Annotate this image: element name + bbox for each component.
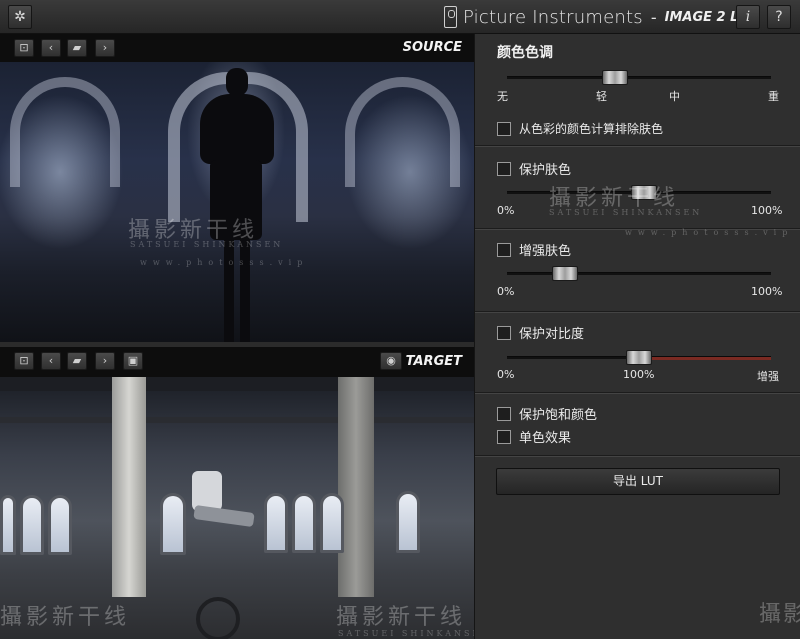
window-1 bbox=[0, 495, 16, 555]
target-label: TARGET bbox=[405, 354, 462, 369]
exclude-skin-row[interactable]: 从色彩的颜色计算排除肤色 bbox=[497, 120, 663, 137]
window-2 bbox=[20, 495, 44, 555]
watermark-panel-sub: SATSUEI SHINKANSEN bbox=[549, 208, 703, 217]
target-prev-icon[interactable]: ‹ bbox=[41, 352, 61, 370]
protect-contrast-checkbox[interactable] bbox=[497, 325, 511, 340]
brand-name: Picture Instruments bbox=[463, 6, 643, 28]
target-next-icon[interactable]: › bbox=[95, 352, 115, 370]
title-bar: ✲ Picture Instruments - IMAGE 2 LUT i ? bbox=[0, 0, 800, 34]
protect-contrast-slider[interactable] bbox=[507, 350, 771, 365]
watermark-panel-bottom: 攝影新干线 bbox=[759, 602, 800, 627]
source-label: SOURCE bbox=[402, 40, 462, 55]
settings-gear-icon[interactable]: ✲ bbox=[8, 5, 32, 29]
target-disk-icon[interactable]: ▣ bbox=[123, 352, 143, 370]
watermark-source-sub: SATSUEI SHINKANSEN bbox=[130, 240, 284, 249]
protect-skin-min: 0% bbox=[497, 204, 515, 217]
exclude-skin-label: 从色彩的颜色计算排除肤色 bbox=[519, 122, 664, 136]
enhance-skin-max: 100% bbox=[751, 285, 783, 298]
enhance-skin-row[interactable]: 增强肤色 bbox=[497, 240, 571, 259]
eye-icon[interactable]: ◉ bbox=[380, 352, 402, 370]
color-tone-slider-thumb[interactable] bbox=[602, 70, 629, 85]
color-tone-tick-medium: 中 bbox=[669, 90, 680, 103]
app-brand: Picture Instruments - IMAGE 2 LUT bbox=[444, 4, 757, 30]
enhance-skin-min: 0% bbox=[497, 285, 515, 298]
source-pane: ⊡ ‹ ▰ › SOURCE 攝影新干线 SATSUEI SHINKANSEN … bbox=[0, 34, 474, 342]
protect-contrast-slider-thumb[interactable] bbox=[626, 350, 652, 365]
window-6 bbox=[292, 493, 316, 553]
protect-skin-checkbox[interactable] bbox=[497, 161, 511, 176]
target-image[interactable]: 攝影新干线 攝影新干线 SATSUEI SHINKANSEN bbox=[0, 377, 474, 639]
rider-legs bbox=[193, 504, 255, 528]
watermark-panel-url: www.photosss.vip bbox=[625, 228, 794, 237]
window-8 bbox=[396, 491, 420, 553]
enhance-skin-slider[interactable] bbox=[507, 266, 771, 281]
enhance-skin-slider-thumb[interactable] bbox=[552, 266, 579, 281]
settings-panel: 颜色色调 无 轻 中 重 从色彩的颜色计算排除肤色 保护肤色 0% 100% 增… bbox=[474, 34, 800, 639]
target-pane: ⊡ ‹ ▰ › ▣ ◉ TARGET 攝影新干线 攝影新干线 SATSUEI S… bbox=[0, 347, 474, 639]
enhance-skin-label: 增强肤色 bbox=[519, 244, 572, 259]
source-save-icon[interactable]: ⊡ bbox=[14, 39, 34, 57]
enhance-skin-checkbox[interactable] bbox=[497, 242, 511, 257]
target-toolbar: ⊡ ‹ ▰ › ▣ ◉ TARGET bbox=[0, 347, 474, 377]
monochrome-label: 单色效果 bbox=[519, 431, 572, 446]
monochrome-row[interactable]: 单色效果 bbox=[497, 427, 571, 446]
color-tone-section: 颜色色调 无 轻 中 重 从色彩的颜色计算排除肤色 bbox=[475, 34, 800, 146]
source-arch-left bbox=[10, 77, 120, 187]
ceiling bbox=[0, 377, 474, 391]
ceiling-beam bbox=[0, 417, 474, 423]
source-image[interactable]: 攝影新干线 SATSUEI SHINKANSEN www.photosss.vi… bbox=[0, 62, 474, 342]
protect-skin-label: 保护肤色 bbox=[519, 163, 572, 178]
protect-skin-max: 100% bbox=[751, 204, 783, 217]
source-folder-icon[interactable]: ▰ bbox=[67, 39, 87, 57]
model-torso bbox=[200, 94, 274, 164]
target-folder-icon[interactable]: ▰ bbox=[67, 352, 87, 370]
protect-contrast-section: 保护对比度 0% 100% 增强 bbox=[475, 313, 800, 393]
color-tone-slider[interactable] bbox=[507, 70, 771, 85]
source-arch-right bbox=[345, 77, 460, 187]
watermark-target-right: 攝影新干线 bbox=[336, 605, 467, 630]
protect-saturation-row[interactable]: 保护饱和颜色 bbox=[497, 404, 597, 423]
protect-contrast-max: 增强 bbox=[757, 370, 779, 383]
target-save-icon[interactable]: ⊡ bbox=[14, 352, 34, 370]
pillar-left bbox=[112, 377, 146, 597]
source-prev-icon[interactable]: ‹ bbox=[41, 39, 61, 57]
bike-wheel bbox=[196, 597, 240, 639]
info-button[interactable]: i bbox=[736, 5, 760, 29]
extra-options-section: 保护饱和颜色 单色效果 bbox=[475, 394, 800, 456]
protect-contrast-slider-fill bbox=[639, 357, 771, 360]
enhance-skin-section: 增强肤色 0% 100% bbox=[475, 230, 800, 312]
watermark-source-url: www.photosss.vip bbox=[140, 258, 309, 267]
protect-contrast-label: 保护对比度 bbox=[519, 327, 585, 342]
model-leg-left bbox=[224, 238, 234, 342]
window-3 bbox=[48, 495, 72, 555]
color-tone-tick-none: 无 bbox=[497, 90, 508, 103]
watermark-target-sub: SATSUEI SHINKANSEN bbox=[338, 629, 474, 638]
source-toolbar: ⊡ ‹ ▰ › SOURCE bbox=[0, 34, 474, 62]
protect-contrast-row[interactable]: 保护对比度 bbox=[497, 323, 584, 342]
source-next-icon[interactable]: › bbox=[95, 39, 115, 57]
brand-logo-icon bbox=[444, 6, 457, 28]
exclude-skin-checkbox[interactable] bbox=[497, 121, 511, 136]
pillar-right bbox=[338, 377, 374, 597]
protect-skin-row[interactable]: 保护肤色 bbox=[497, 159, 571, 178]
monochrome-checkbox[interactable] bbox=[497, 429, 511, 444]
export-lut-button[interactable]: 导出 LUT bbox=[496, 468, 780, 495]
protect-contrast-min: 0% bbox=[497, 368, 515, 381]
protect-contrast-mid: 100% bbox=[623, 368, 655, 381]
color-tone-tick-light: 轻 bbox=[596, 90, 607, 103]
color-tone-title: 颜色色调 bbox=[497, 45, 553, 61]
model-leg-right bbox=[240, 238, 250, 342]
window-7 bbox=[320, 493, 344, 553]
protect-saturation-label: 保护饱和颜色 bbox=[519, 408, 598, 423]
protect-saturation-checkbox[interactable] bbox=[497, 406, 511, 421]
window-5 bbox=[264, 493, 288, 553]
model-head bbox=[226, 68, 248, 96]
color-tone-tick-heavy: 重 bbox=[768, 90, 779, 103]
window-4 bbox=[160, 493, 186, 555]
watermark-target-left: 攝影新干线 bbox=[0, 605, 131, 630]
brand-separator: - bbox=[650, 7, 657, 27]
help-button[interactable]: ? bbox=[767, 5, 791, 29]
